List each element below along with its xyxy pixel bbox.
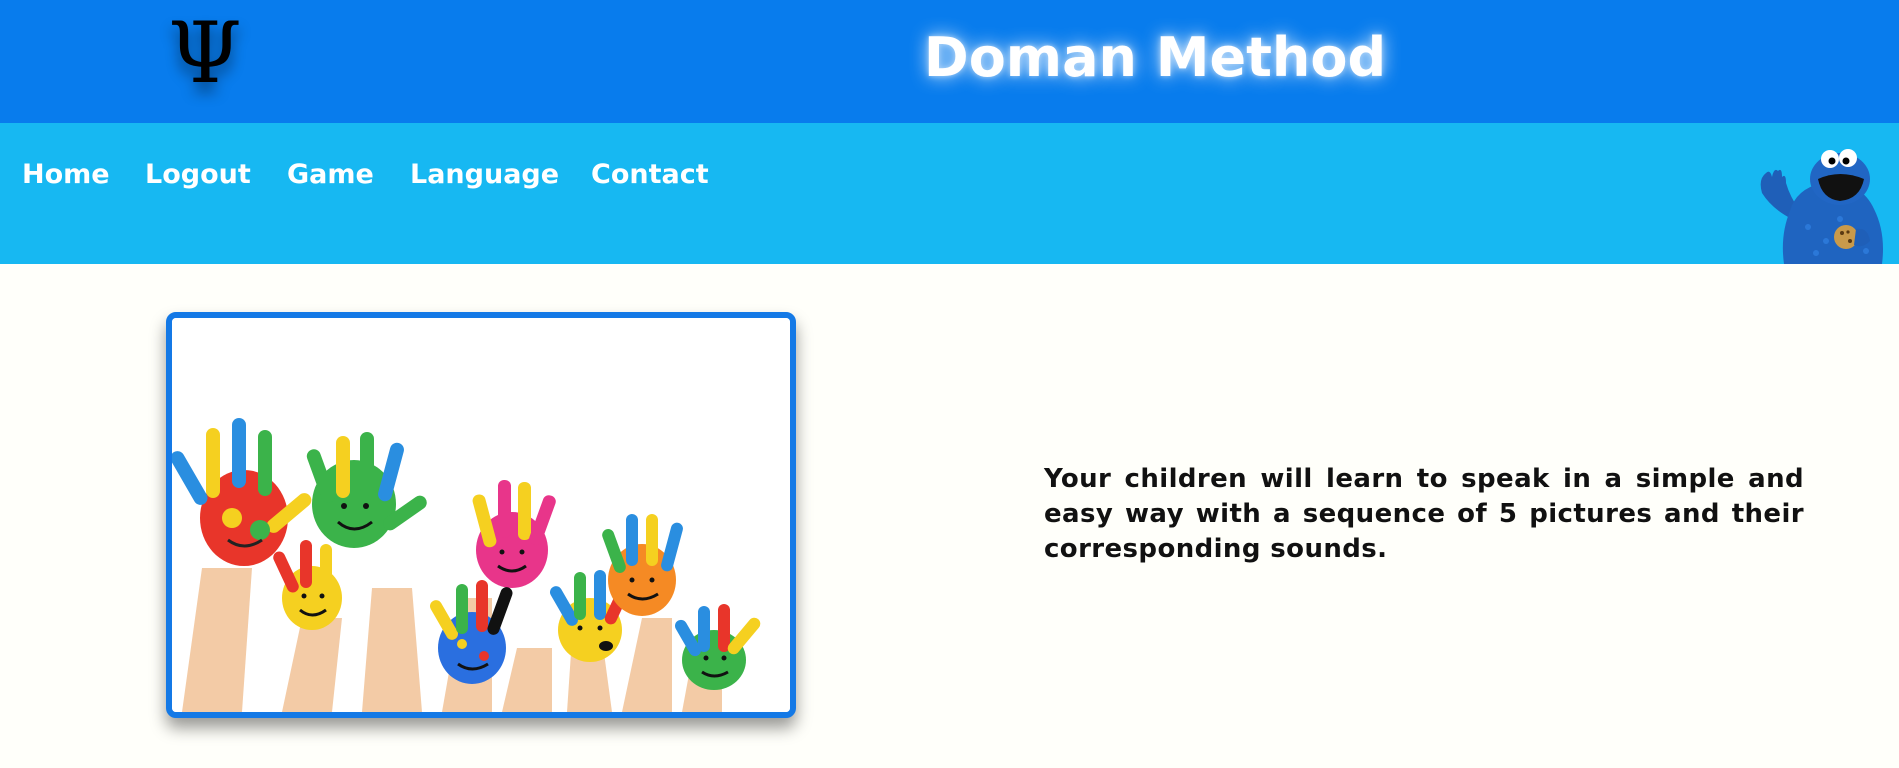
intro-text: Your children will learn to speak in a s… <box>1044 464 1804 564</box>
nav-logout-link[interactable]: Logout <box>145 155 251 195</box>
nav-language-link[interactable]: Language <box>410 155 559 195</box>
top-header: Ψ Doman Method <box>0 0 1899 123</box>
nav-home-link[interactable]: Home <box>22 155 110 195</box>
nav-contact-link[interactable]: Contact <box>591 155 709 195</box>
cookie-monster-mascot-icon <box>1756 149 1888 264</box>
psi-logo-icon[interactable]: Ψ <box>168 8 242 98</box>
painted-hands-photo <box>166 312 796 718</box>
nav-bar: Home Logout Game Language Contact <box>0 123 1899 264</box>
nav-game-link[interactable]: Game <box>287 155 374 195</box>
painted-hands-icon <box>172 318 790 712</box>
site-title: Doman Method <box>923 26 1387 89</box>
